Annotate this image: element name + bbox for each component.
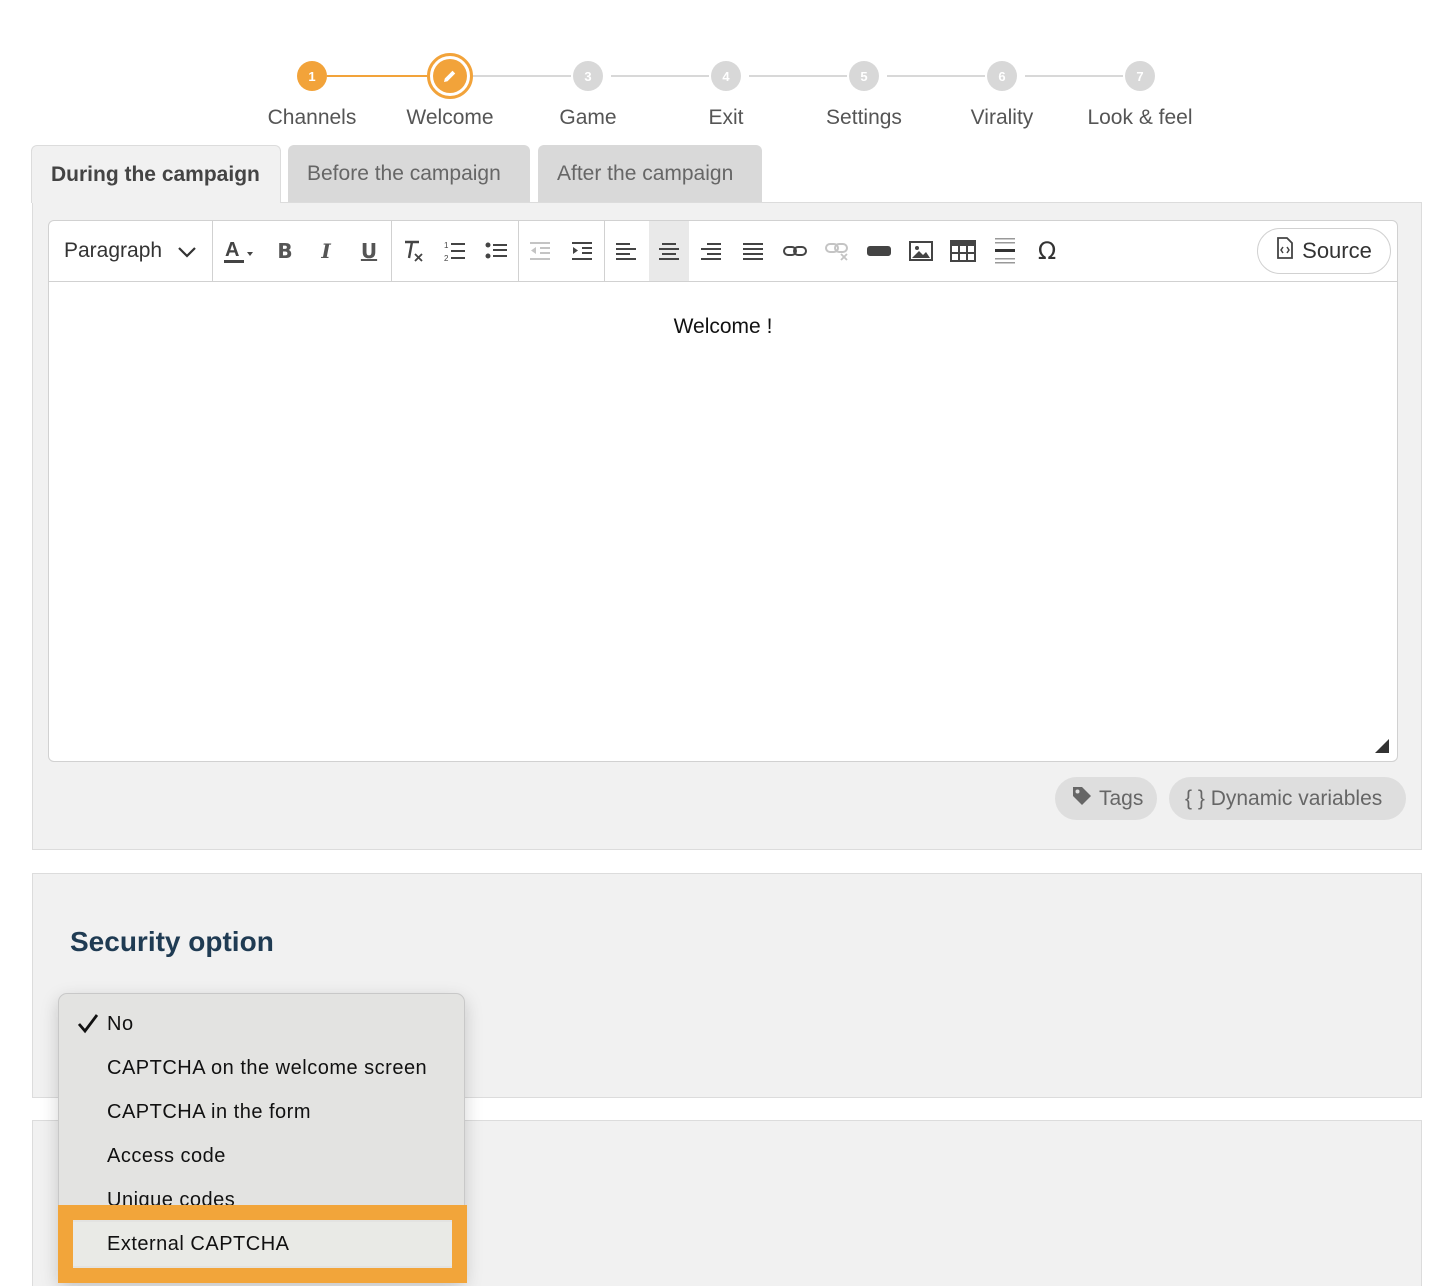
- option-access-code[interactable]: Access code: [59, 1134, 464, 1178]
- link-icon[interactable]: [777, 233, 813, 269]
- source-label: Source: [1302, 238, 1372, 263]
- step-channels-dot[interactable]: 1: [297, 61, 327, 91]
- step-label-welcome[interactable]: Welcome: [380, 106, 520, 130]
- special-char-icon[interactable]: Ω: [1029, 233, 1065, 269]
- highlight-box: [58, 1205, 467, 1283]
- image-icon[interactable]: [903, 233, 939, 269]
- tab-before-campaign[interactable]: Before the campaign: [288, 145, 530, 203]
- toolbar-separator: [604, 221, 605, 281]
- editor-panel: Paragraph A B I U 12 Ω Source Welcome ! …: [32, 202, 1422, 850]
- rich-text-editor[interactable]: Paragraph A B I U 12 Ω Source Welcome !: [48, 220, 1398, 762]
- unlink-icon[interactable]: [819, 233, 855, 269]
- text-color-icon[interactable]: A: [221, 233, 257, 269]
- bulleted-list-icon[interactable]: [479, 233, 515, 269]
- remove-format-icon[interactable]: [395, 233, 431, 269]
- tag-icon: [1071, 785, 1093, 813]
- indent-icon[interactable]: [564, 233, 600, 269]
- align-left-icon[interactable]: [608, 233, 644, 269]
- step-label-look-feel[interactable]: Look & feel: [1070, 106, 1210, 130]
- option-captcha-form[interactable]: CAPTCHA in the form: [59, 1090, 464, 1134]
- step-connector: [327, 75, 427, 77]
- button-icon[interactable]: [861, 233, 897, 269]
- step-welcome-dot[interactable]: [427, 53, 473, 99]
- justify-icon[interactable]: [735, 233, 771, 269]
- tags-button[interactable]: Tags: [1055, 777, 1157, 820]
- svg-text:1: 1: [444, 241, 449, 250]
- bold-icon[interactable]: B: [267, 233, 303, 269]
- option-label: CAPTCHA in the form: [107, 1100, 312, 1123]
- source-button[interactable]: Source: [1257, 228, 1391, 274]
- option-label: CAPTCHA on the welcome screen: [107, 1056, 428, 1079]
- pencil-icon: [433, 59, 467, 93]
- tab-after-campaign[interactable]: After the campaign: [538, 145, 762, 203]
- horizontal-line-icon[interactable]: [987, 233, 1023, 269]
- underline-icon[interactable]: U: [351, 233, 387, 269]
- toolbar-separator: [518, 221, 519, 281]
- italic-icon[interactable]: I: [308, 233, 344, 269]
- outdent-icon[interactable]: [522, 233, 558, 269]
- step-connector: [611, 75, 709, 77]
- svg-text:A: A: [225, 239, 239, 261]
- toolbar-separator: [391, 221, 392, 281]
- step-label-virality[interactable]: Virality: [932, 106, 1072, 130]
- align-center-icon[interactable]: [649, 221, 689, 281]
- step-label-game[interactable]: Game: [518, 106, 658, 130]
- step-settings-dot[interactable]: 5: [849, 61, 879, 91]
- step-label-exit[interactable]: Exit: [656, 106, 796, 130]
- dynamic-variables-label: { } Dynamic variables: [1185, 786, 1383, 810]
- step-exit-dot[interactable]: 4: [711, 61, 741, 91]
- option-no[interactable]: No: [59, 1002, 464, 1046]
- step-label-channels[interactable]: Channels: [242, 106, 382, 130]
- step-label-settings[interactable]: Settings: [794, 106, 934, 130]
- step-connector: [473, 75, 571, 77]
- editor-toolbar: Paragraph A B I U 12 Ω Source: [49, 221, 1397, 282]
- checkmark-icon: [77, 1012, 99, 1040]
- option-captcha-welcome[interactable]: CAPTCHA on the welcome screen: [59, 1046, 464, 1090]
- numbered-list-icon[interactable]: 12: [437, 233, 473, 269]
- editor-content[interactable]: Welcome !: [49, 315, 1397, 339]
- format-select-label: Paragraph: [64, 239, 163, 262]
- tags-label: Tags: [1099, 786, 1144, 810]
- option-label: No: [107, 1012, 134, 1035]
- align-right-icon[interactable]: [693, 233, 729, 269]
- paragraph-format-select[interactable]: Paragraph: [49, 221, 213, 281]
- toolbar-separator: [212, 221, 213, 281]
- campaign-stepper: 1 3 4 5 6 7 Channels Welcome Game Exit S…: [0, 28, 1438, 129]
- dynamic-variables-button[interactable]: { } Dynamic variables: [1169, 777, 1406, 820]
- svg-text:2: 2: [444, 254, 449, 263]
- step-connector: [749, 75, 847, 77]
- step-look-feel-dot[interactable]: 7: [1125, 61, 1155, 91]
- security-option-title: Security option: [70, 926, 274, 957]
- chevron-down-icon: [177, 241, 197, 265]
- tab-during-campaign[interactable]: During the campaign: [31, 145, 281, 203]
- source-code-icon: [1276, 237, 1294, 265]
- step-connector: [887, 75, 985, 77]
- step-virality-dot[interactable]: 6: [987, 61, 1017, 91]
- step-game-dot[interactable]: 3: [573, 61, 603, 91]
- option-label: Access code: [107, 1144, 226, 1167]
- table-icon[interactable]: [945, 233, 981, 269]
- resize-handle[interactable]: [1375, 739, 1389, 753]
- step-connector: [1025, 75, 1123, 77]
